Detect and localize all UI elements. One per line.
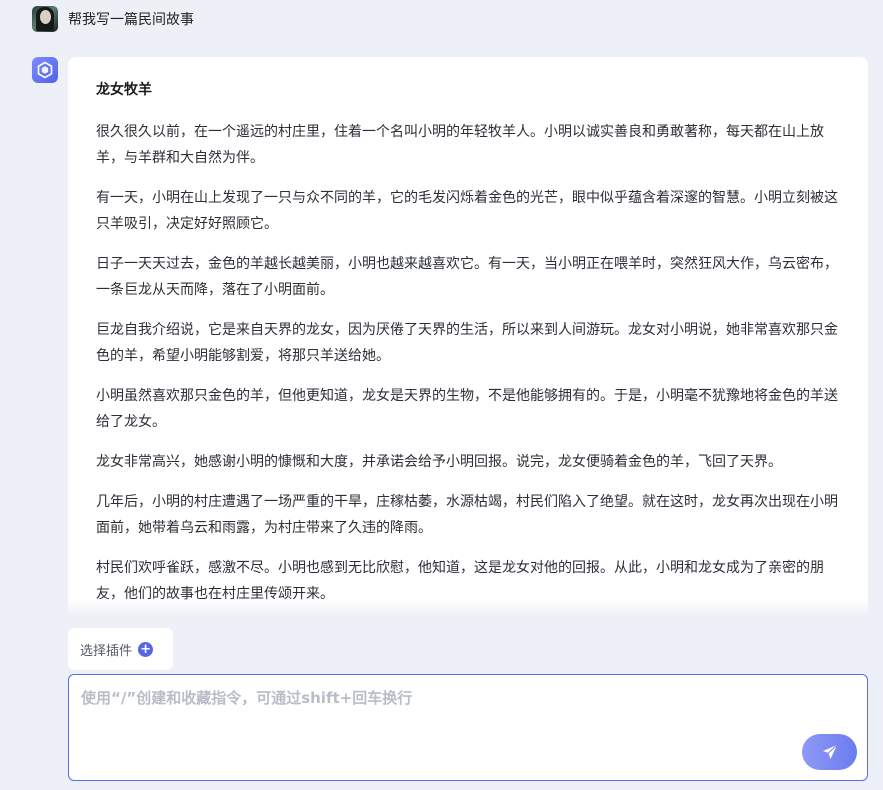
story-paragraph: 日子一天天过去，金色的羊越长越美丽，小明也越来越喜欢它。有一天，当小明正在喂羊时… [96,256,838,298]
assistant-avatar-icon [32,57,58,83]
story-paragraph: 有一天，小明在山上发现了一只与众不同的羊，它的毛发闪烁着金色的光芒，眼中似乎蕴含… [96,190,838,232]
chat-page: 帮我写一篇民间故事 龙女牧羊 很久很久以前，在一个遥远的村庄里，住着一个名叫小明… [0,0,883,790]
paper-plane-icon [822,744,837,759]
user-message-text: 帮我写一篇民间故事 [68,12,194,28]
story-paragraph: 小明虽然喜欢那只金色的羊，但他更知道，龙女是天界的生物，不是他能够拥有的。于是，… [96,388,838,430]
story-paragraph: 龙女非常高兴，她感谢小明的慷慨和大度，并承诺会给予小明回报。说完，龙女便骑着金色… [96,454,782,470]
user-message: 帮我写一篇民间故事 [32,5,194,33]
story-paragraph: 很久很久以前，在一个遥远的村庄里，住着一个名叫小明的年轻牧羊人。小明以诚实善良和… [96,124,824,166]
scroll-fade [68,599,868,617]
message-input[interactable] [81,687,781,767]
story-title: 龙女牧羊 [96,82,152,98]
assistant-answer-card: 龙女牧羊 很久很久以前，在一个遥远的村庄里，住着一个名叫小明的年轻牧羊人。小明以… [68,57,868,617]
user-avatar [32,6,58,32]
send-button[interactable] [802,734,857,770]
select-plugin-button[interactable]: 选择插件 + [68,628,173,670]
story-paragraph: 几年后，小明的村庄遭遇了一场严重的干旱，庄稼枯萎，水源枯竭，村民们陷入了绝望。就… [96,494,838,536]
select-plugin-label: 选择插件 [80,643,133,659]
message-input-box [68,674,868,781]
story-paragraph: 巨龙自我介绍说，它是来自天界的龙女，因为厌倦了天界的生活，所以来到人间游玩。龙女… [96,322,838,364]
plus-circle-icon: + [138,641,154,657]
